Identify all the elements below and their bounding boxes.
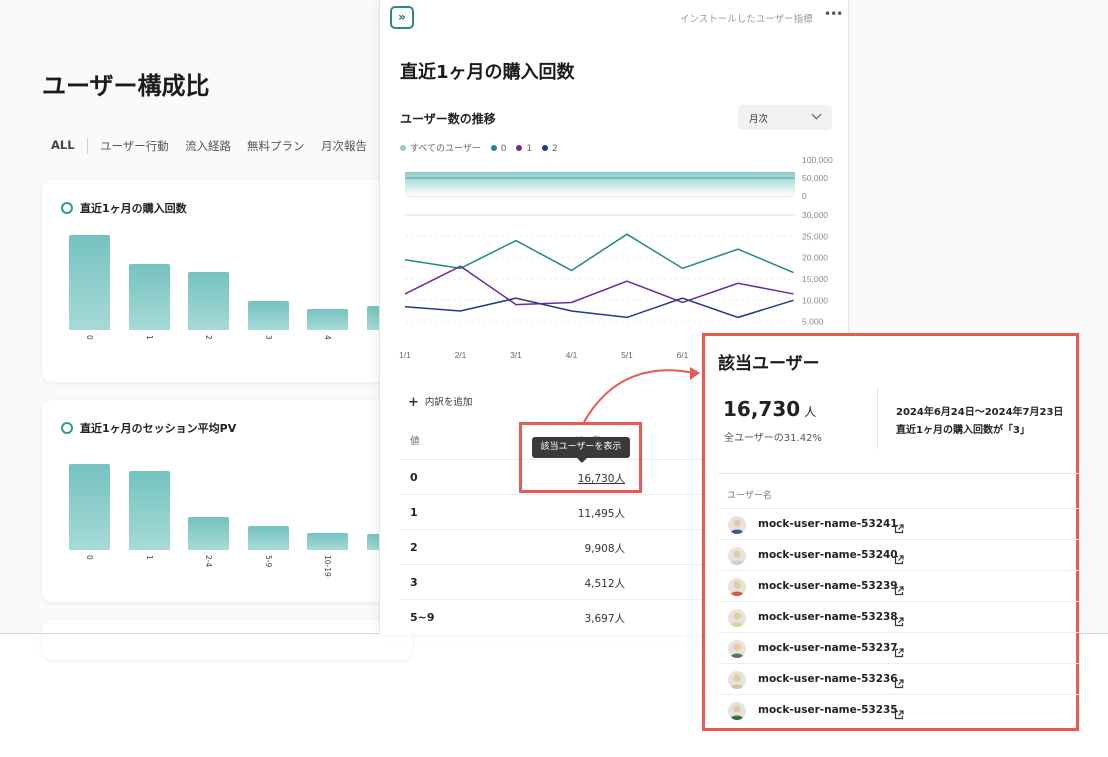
avatar-icon: [728, 547, 746, 565]
popup-title: 該当ユーザー: [718, 354, 820, 374]
user-name-link[interactable]: mock-user-name-53236: [758, 673, 898, 685]
filter-condition: 直近1ヶ月の購入回数が「3」: [896, 425, 1030, 436]
user-count: 16,730 人: [723, 397, 817, 421]
user-row[interactable]: mock-user-name-53238: [718, 601, 1079, 632]
user-name-link[interactable]: mock-user-name-53238: [758, 611, 898, 623]
user-row[interactable]: mock-user-name-53240: [718, 539, 1079, 570]
user-row[interactable]: mock-user-name-53235: [718, 694, 1079, 725]
external-link-icon[interactable]: [894, 674, 904, 689]
divider: [877, 387, 878, 449]
avatar-icon: [728, 516, 746, 534]
user-row[interactable]: mock-user-name-53236: [718, 663, 1079, 694]
external-link-icon[interactable]: [894, 550, 904, 565]
user-name-link[interactable]: mock-user-name-53241: [758, 518, 898, 530]
user-row[interactable]: mock-user-name-53241: [718, 508, 1079, 539]
user-row[interactable]: mock-user-name-53239: [718, 570, 1079, 601]
external-link-icon[interactable]: [894, 519, 904, 534]
avatar-icon: [728, 671, 746, 689]
external-link-icon[interactable]: [894, 581, 904, 596]
user-name-link[interactable]: mock-user-name-53235: [758, 704, 898, 716]
avatar-icon: [728, 640, 746, 658]
user-row[interactable]: mock-user-name-53237: [718, 632, 1079, 663]
user-name-link[interactable]: mock-user-name-53240: [758, 549, 898, 561]
divider: [718, 473, 1079, 474]
user-share: 全ユーザーの31.42%: [724, 433, 822, 444]
avatar-icon: [728, 578, 746, 596]
avatar-icon: [728, 609, 746, 627]
external-link-icon[interactable]: [894, 705, 904, 720]
user-name-link[interactable]: mock-user-name-53237: [758, 642, 898, 654]
matching-users-popup: 該当ユーザー 16,730 人 全ユーザーの31.42% 2024年6月24日〜2…: [702, 333, 1079, 731]
column-header-username: ユーザー名: [727, 491, 772, 501]
user-name-link[interactable]: mock-user-name-53239: [758, 580, 898, 592]
date-range: 2024年6月24日〜2024年7月23日: [896, 407, 1064, 418]
external-link-icon[interactable]: [894, 643, 904, 658]
external-link-icon[interactable]: [894, 612, 904, 627]
avatar-icon: [728, 702, 746, 720]
